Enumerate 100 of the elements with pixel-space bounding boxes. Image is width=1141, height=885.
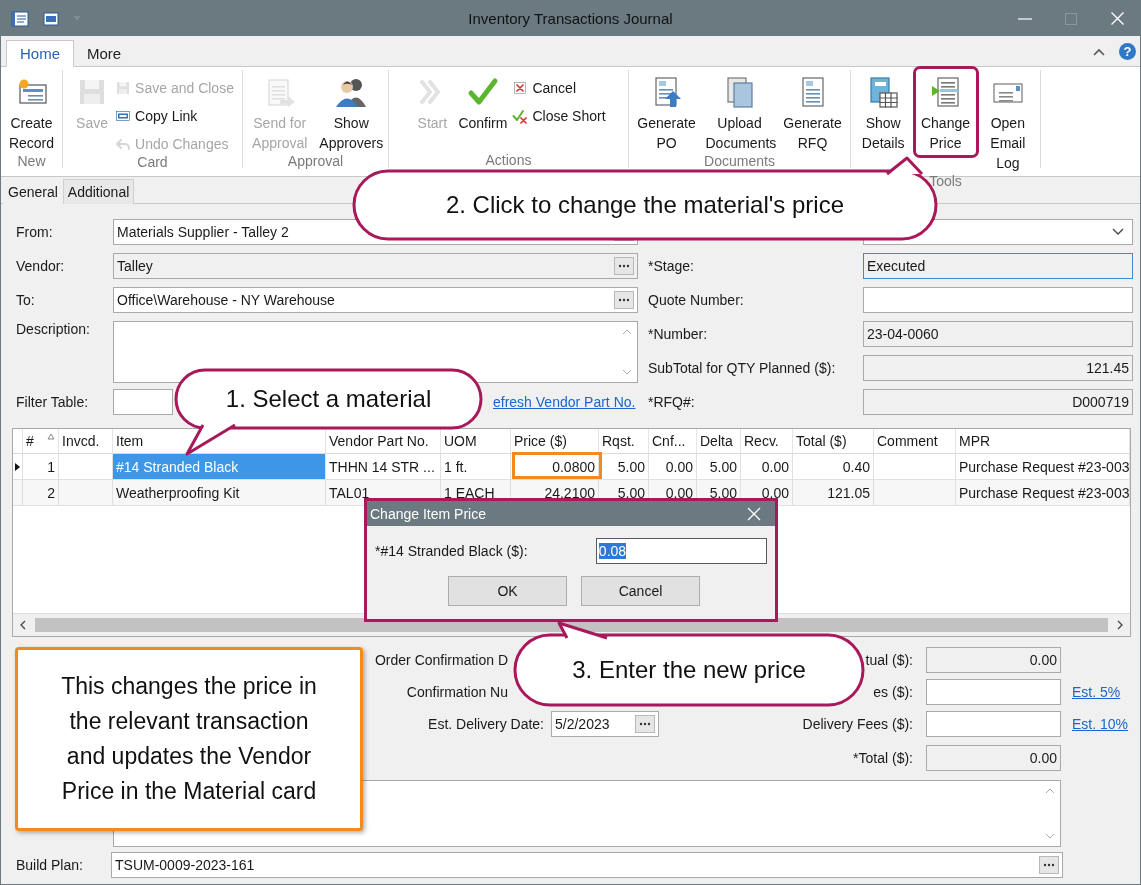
close-icon[interactable] [1110,12,1124,25]
form-tab[interactable]: Additional [62,179,135,204]
table-cell[interactable] [874,480,956,506]
text-field[interactable] [863,287,1133,313]
text-field[interactable]: Executed [863,253,1133,279]
field-label: Quote Number: [648,292,745,308]
ribbon-button[interactable]: Show Details [853,76,914,153]
field-label: *Stage: [648,258,695,274]
undo-icon [115,136,132,152]
document-play-icon [929,76,962,108]
ribbon-button[interactable]: Cancel [512,78,606,98]
ribbon-tab[interactable]: More [74,40,135,67]
ellipsis-icon [618,264,630,268]
column-header[interactable]: Comment [874,429,956,454]
column-header[interactable]: # [23,429,59,454]
column-header[interactable]: Delta [697,429,741,454]
group-label: Actions [485,152,532,168]
field-label: SubTotal for QTY Planned ($): [648,360,837,376]
text-field[interactable]: D000719 [863,389,1133,415]
table-cell[interactable]: Weatherproofing Kit [113,480,326,506]
ribbon-button[interactable]: Show Approvers [316,76,386,153]
table-cell[interactable]: 121.05 [793,480,874,506]
group-label: Card [137,154,168,170]
ribbon-button[interactable]: Create Record [3,76,60,153]
field-label: *Total ($): [852,750,913,766]
ribbon-button[interactable]: Generate RFQ [777,76,848,153]
window-title: Inventory Transactions Journal [467,10,674,27]
filter-field[interactable] [113,389,173,415]
column-header[interactable]: Total ($) [793,429,874,454]
lookup-field[interactable]: TSUM-0009-2023-161 [111,852,1063,878]
field-label: Vendor: [16,258,66,274]
ribbon-button[interactable]: Copy Link [115,106,234,126]
dialog-button[interactable]: OK [448,576,567,606]
sort-icon [47,433,55,440]
text-field[interactable]: 23-04-0060 [863,321,1133,347]
cross-box-icon [512,80,529,96]
table-cell[interactable]: Purchase Request #23-003 [956,480,1130,506]
ribbon-button[interactable]: Upload Documents [704,76,775,153]
scroll-up-icon[interactable] [622,329,632,335]
checkmark-icon [466,76,499,108]
scroll-left-icon[interactable] [19,620,27,630]
ribbon-button[interactable]: Confirm [455,76,511,133]
ribbon-button[interactable]: Close Short [512,106,606,126]
amount-field[interactable]: 0.00 [926,647,1061,673]
amount-field[interactable] [926,711,1061,737]
field-label: From: [16,224,54,240]
column-header[interactable]: Recv. [741,429,793,454]
collapse-caret-icon[interactable] [1093,47,1105,56]
column-header[interactable]: Price ($) [511,429,599,454]
browse-button[interactable] [635,715,655,733]
browse-button[interactable] [1039,856,1059,874]
link-card-icon [115,108,132,124]
close-icon[interactable] [747,506,761,521]
book-grid-icon [867,76,900,108]
field-label: *Number: [648,326,709,342]
price-input[interactable]: 0.08 [595,538,767,564]
ellipsis-icon [639,722,651,726]
field-label: Est. Delivery Date: [428,716,544,732]
browse-button[interactable] [614,291,634,309]
dialog-title: Change Item Price [370,505,486,522]
scroll-right-icon[interactable] [1116,620,1124,630]
ellipsis-icon [618,298,630,302]
date-field[interactable]: 5/2/2023 [551,711,659,737]
help-button[interactable]: ? [1119,43,1136,60]
group-label: Documents [704,153,775,169]
ribbon-button[interactable]: Open Email Log [977,76,1038,173]
field-label: Filter Table: [16,394,90,410]
ribbon-tab[interactable]: Home [6,40,74,67]
maximize-icon [1065,12,1077,25]
lookup-field[interactable]: Talley [113,253,638,279]
minimize-icon[interactable] [1018,17,1032,20]
scroll-down-icon[interactable] [622,369,632,375]
ribbon-button[interactable]: Generate PO [631,76,702,153]
estimate-link[interactable]: Est. 10% [1072,716,1140,732]
chevron-down-icon [1112,228,1124,236]
note-tooltip: This changes the price in the relevant transaction and updates the Vendor Price in the Material card [15,647,363,831]
amount-field[interactable]: 0.00 [926,745,1061,771]
lookup-field[interactable]: Office\Warehouse - NY Warehouse [113,287,638,313]
dialog-button[interactable]: Cancel [581,576,700,606]
browse-button[interactable] [614,257,634,275]
row-header-cell[interactable] [13,480,23,506]
table-cell[interactable]: 2 [23,480,59,506]
group-label: Approval [287,153,344,169]
column-header[interactable]: Invcd. [59,429,113,454]
scroll-down-icon[interactable] [1045,833,1055,839]
table-cell[interactable] [59,480,113,506]
link-card-icon[interactable] [43,11,59,26]
refresh-link[interactable]: efresh Vendor Part No. [493,394,636,410]
estimate-link[interactable]: Est. 5% [1072,684,1140,700]
column-header[interactable]: MPR [956,429,1130,454]
group-label: Tools [929,173,962,189]
field-label: Order Confirmation D [374,652,508,668]
column-header[interactable]: Rqst. [599,429,649,454]
amount-field[interactable] [926,679,1061,705]
text-field[interactable]: 121.45 [863,355,1133,381]
callout-text: 2. Click to change the material's price [445,191,845,219]
field-label: Confirmation Nu [406,684,508,700]
document-list-icon[interactable] [11,10,29,27]
scroll-up-icon[interactable] [1045,788,1055,794]
column-header[interactable]: Cnf... [649,429,697,454]
